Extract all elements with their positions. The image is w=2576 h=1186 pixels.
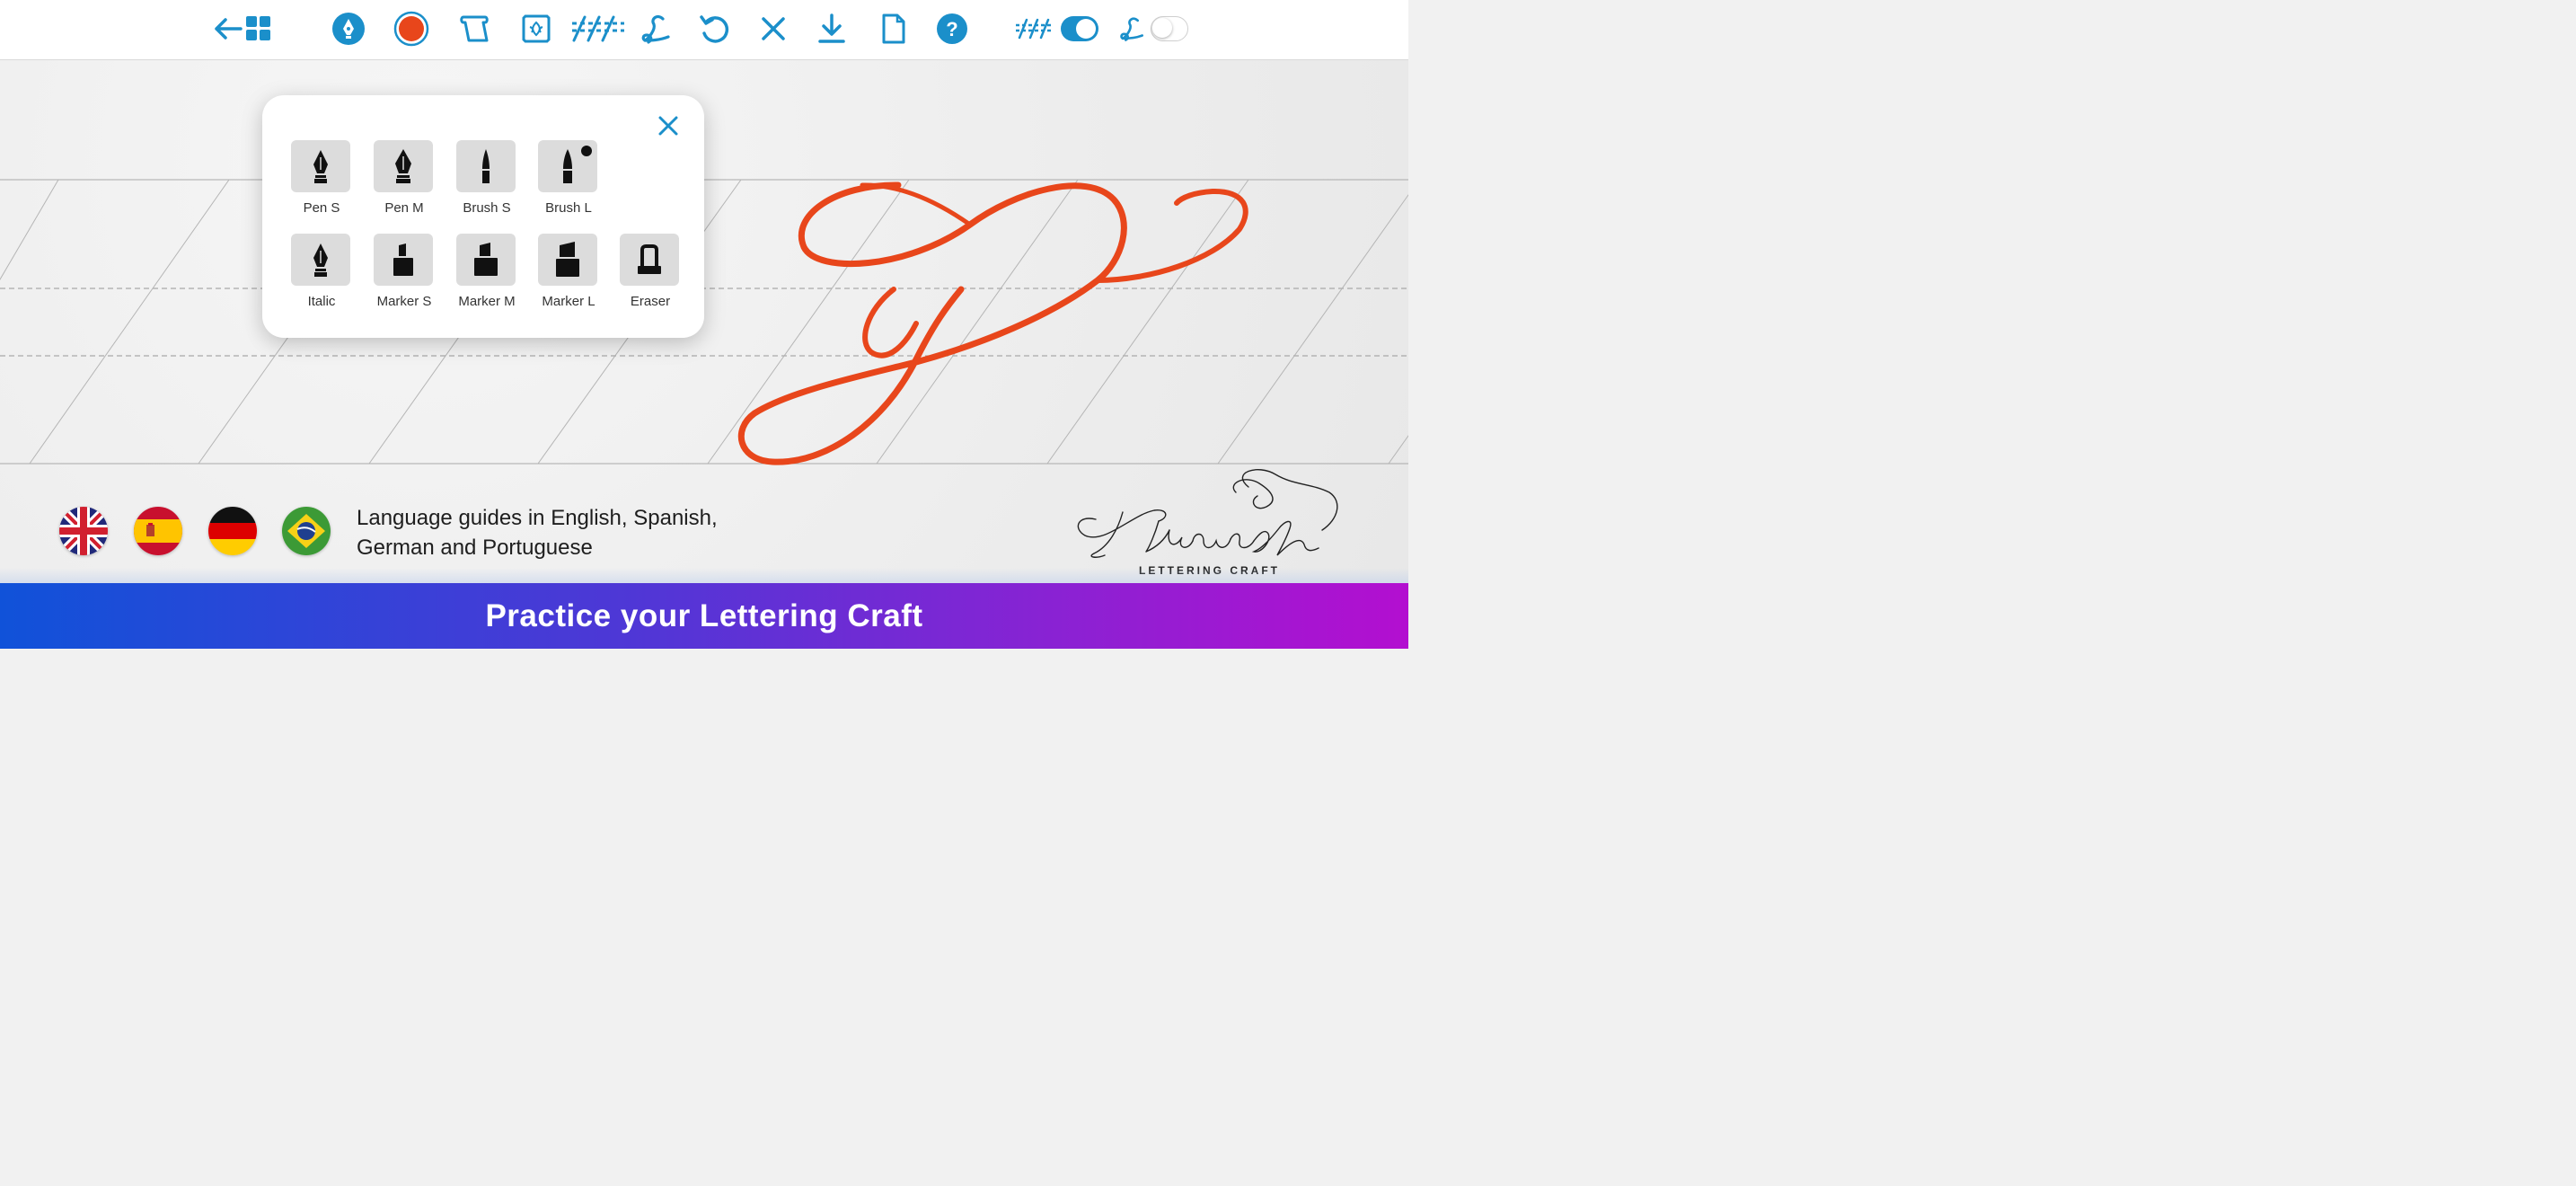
tool-eraser[interactable]: Eraser	[620, 234, 681, 309]
marker-icon	[538, 234, 597, 286]
pen-nib-icon[interactable]	[329, 9, 368, 49]
spain-flag-icon	[134, 507, 182, 555]
lettering-stroke	[737, 181, 1248, 465]
tool-label: Marker L	[542, 294, 595, 309]
tool-label: Italic	[307, 294, 336, 309]
letter-guide-icon[interactable]	[636, 9, 675, 49]
download-icon[interactable]	[812, 9, 851, 49]
tool-marker-m[interactable]: Marker M	[456, 234, 517, 309]
marker-icon	[374, 234, 433, 286]
tool-brush-l[interactable]: Brush L	[538, 140, 599, 216]
letter-guide-toggle[interactable]	[1151, 16, 1188, 41]
page-icon[interactable]	[874, 9, 913, 49]
eraser-icon	[620, 234, 679, 286]
letter-guide-toggle-icon	[1112, 9, 1151, 49]
close-icon	[658, 116, 678, 136]
clear-icon[interactable]	[754, 9, 793, 49]
language-line-2: German and Portuguese	[357, 535, 593, 560]
tool-label: Marker M	[458, 294, 516, 309]
promo-banner: Practice your Lettering Craft	[0, 583, 1408, 649]
tool-pen-m[interactable]: Pen M	[374, 140, 435, 216]
tool-label: Eraser	[630, 294, 671, 309]
svg-text:?: ?	[946, 18, 957, 40]
tool-label: Pen S	[303, 200, 340, 216]
uk-flag-icon	[59, 507, 108, 555]
color-swatch-icon[interactable]	[392, 9, 431, 49]
guidelines-toggle[interactable]	[1061, 16, 1098, 41]
help-icon[interactable]: ?	[932, 9, 972, 49]
tool-pen-s[interactable]: Pen S	[291, 140, 352, 216]
language-guides-text: Language guides in English, Spanish, Ger…	[357, 503, 770, 562]
tool-marker-l[interactable]: Marker L	[538, 234, 599, 309]
tool-label: Brush S	[463, 200, 511, 216]
tool-label: Brush L	[545, 200, 592, 216]
undo-icon[interactable]	[694, 9, 734, 49]
tool-brush-s[interactable]: Brush S	[456, 140, 517, 216]
pen-nib-icon	[374, 140, 433, 192]
marker-icon	[456, 234, 516, 286]
paper-scroll-icon[interactable]	[454, 9, 494, 49]
tool-italic[interactable]: Italic	[291, 234, 352, 309]
language-line-1: Language guides in English, Spanish,	[357, 506, 718, 530]
banner-fade	[0, 568, 1408, 584]
banner-text: Practice your Lettering Craft	[485, 597, 923, 633]
tool-label: Marker S	[376, 294, 432, 309]
pen-nib-icon	[291, 140, 350, 192]
grid-icon[interactable]	[239, 9, 278, 49]
top-toolbar: ?	[0, 0, 1408, 60]
tool-marker-s[interactable]: Marker S	[374, 234, 435, 309]
brush-icon	[538, 140, 597, 192]
brush-icon	[456, 140, 516, 192]
italic-nib-icon	[291, 234, 350, 286]
close-panel-button[interactable]	[654, 111, 683, 140]
brazil-flag-icon	[282, 507, 331, 555]
tool-label: Pen M	[384, 200, 424, 216]
ornament-frame-icon[interactable]	[516, 9, 556, 49]
germany-flag-icon	[208, 507, 257, 555]
guidelines-icon[interactable]	[569, 9, 627, 49]
selected-dot	[581, 146, 592, 156]
guidelines-toggle-icon	[1013, 9, 1056, 49]
